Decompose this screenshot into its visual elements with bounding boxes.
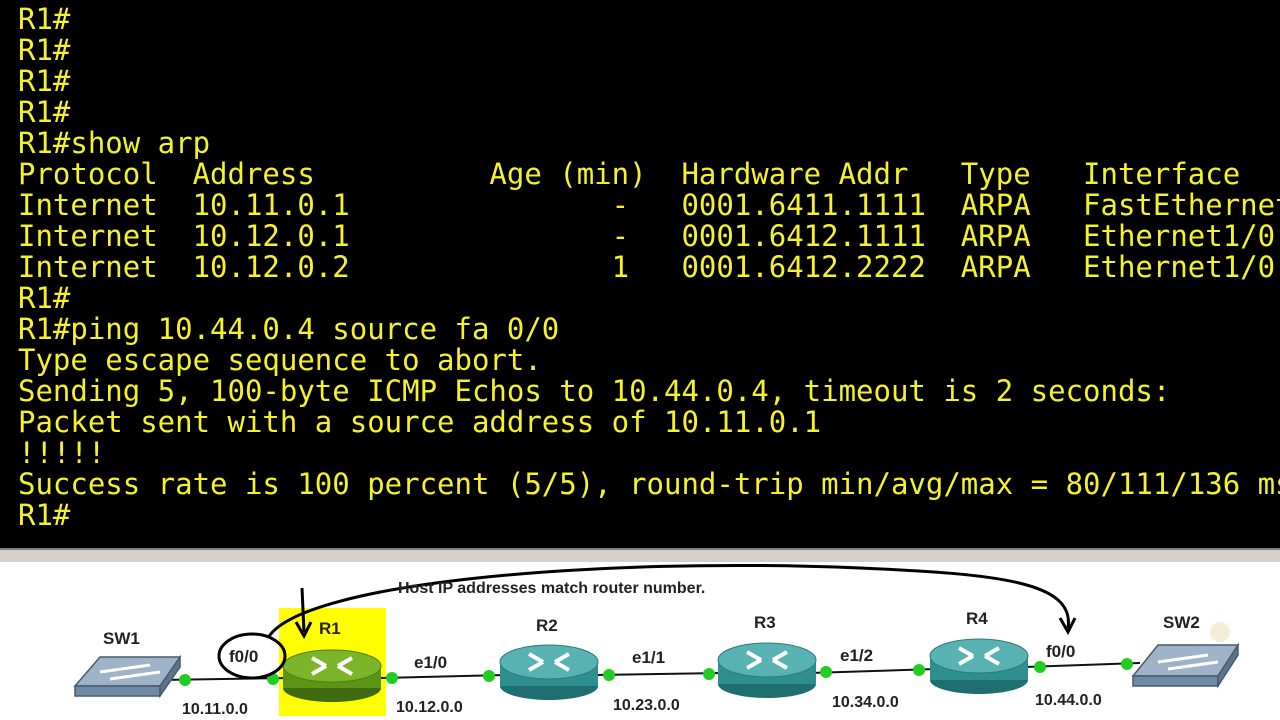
r4-label: R4 xyxy=(966,609,988,628)
r3-router-icon[interactable] xyxy=(717,642,817,698)
r3-label: R3 xyxy=(754,613,776,632)
arp-table-header: Protocol Address Age (min) Hardware Addr… xyxy=(18,157,1241,191)
terminal-line: Sending 5, 100-byte ICMP Echos to 10.44.… xyxy=(18,374,1171,408)
r3-e12-interface-label: e1/2 xyxy=(840,646,873,665)
network-topology-diagram: Host IP addresses match router number. S… xyxy=(0,562,1280,720)
subnet-label: 10.44.0.0 xyxy=(1035,692,1102,709)
arp-table-row: Internet 10.11.0.1 - 0001.6411.1111 ARPA… xyxy=(18,188,1280,222)
terminal-line: R1# xyxy=(18,95,71,129)
window-divider xyxy=(0,548,1280,550)
sw1-label: SW1 xyxy=(103,629,140,648)
terminal-line: !!!!! xyxy=(18,436,106,470)
terminal-prompt[interactable]: R1# xyxy=(18,500,70,531)
subnet-label: 10.12.0.0 xyxy=(396,699,463,716)
window-bottom-border xyxy=(0,548,1280,562)
subnet-label: 10.34.0.0 xyxy=(832,694,899,711)
terminal-line: Packet sent with a source address of 10.… xyxy=(18,405,822,439)
r4-router-icon[interactable] xyxy=(929,638,1029,694)
r1-f00-interface-label: f0/0 xyxy=(229,647,258,666)
terminal-window[interactable]: R1# R1# R1# R1# R1#show arp Protocol Add… xyxy=(0,0,1280,548)
topology-note: Host IP addresses match router number. xyxy=(398,580,705,597)
terminal-line: Type escape sequence to abort. xyxy=(18,343,542,377)
subnet-label: 10.11.0.0 xyxy=(182,701,248,718)
r2-router-icon[interactable] xyxy=(499,644,599,700)
terminal-line: R1#ping 10.44.0.4 source fa 0/0 xyxy=(18,312,560,346)
r1-e10-interface-label: e1/0 xyxy=(414,653,447,672)
sw2-label: SW2 xyxy=(1163,613,1200,632)
terminal-line: R1#show arp xyxy=(18,126,211,160)
r2-label: R2 xyxy=(536,616,558,635)
r4-f00-interface-label: f0/0 xyxy=(1046,642,1075,661)
arp-table-row: Internet 10.12.0.2 1 0001.6412.2222 ARPA… xyxy=(18,250,1276,284)
traffic-path-arrow xyxy=(266,563,1070,639)
sw1-switch-icon[interactable] xyxy=(73,654,182,699)
r1-router-icon[interactable] xyxy=(282,649,382,702)
arp-table-row: Internet 10.12.0.1 - 0001.6412.1111 ARPA… xyxy=(18,219,1276,253)
terminal-line: R1# xyxy=(18,281,71,315)
r1-label: R1 xyxy=(319,619,341,638)
subnet-label: 10.23.0.0 xyxy=(613,697,680,714)
terminal-line: R1# xyxy=(18,64,71,98)
terminal-line: R1# xyxy=(18,2,71,36)
terminal-line: R1# xyxy=(18,33,71,67)
terminal-line: Success rate is 100 percent (5/5), round… xyxy=(18,467,1280,501)
r2-e11-interface-label: e1/1 xyxy=(632,648,665,667)
